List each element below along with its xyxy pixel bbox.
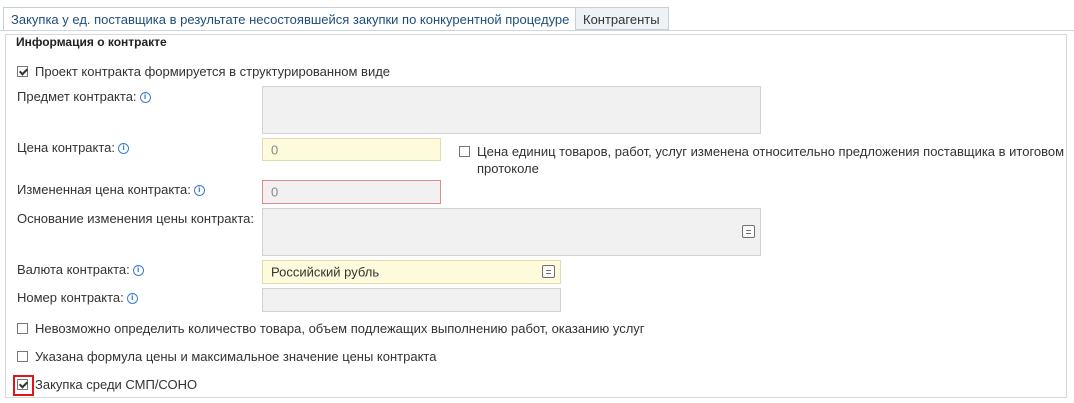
changed-price-value: 0 — [271, 184, 279, 200]
tab-divider — [0, 30, 1074, 31]
changed-price-input[interactable]: 0 — [262, 180, 441, 204]
currency-label-text: Валюта контракта: — [17, 262, 130, 277]
contract-number-input[interactable] — [262, 288, 561, 312]
subject-field[interactable] — [262, 86, 761, 134]
info-icon[interactable]: i — [193, 185, 205, 196]
smp-checkbox-row[interactable]: Закупка среди СМП/СОНО — [17, 376, 197, 394]
price-changed-checkbox[interactable] — [459, 146, 470, 157]
price-changed-label-line2: протоколе — [477, 161, 539, 176]
subject-label: Предмет контракта: i — [17, 89, 151, 104]
formula-checkbox-row[interactable]: Указана формула цены и максимальное знач… — [17, 348, 436, 366]
price-changed-label-line1: Цена единиц товаров, работ, услуг измене… — [477, 144, 1065, 159]
info-icon[interactable]: i — [118, 143, 130, 154]
structured-contract-label: Проект контракта формируется в структури… — [35, 64, 391, 79]
tab-single-supplier-purchase[interactable]: Закупка у ед. поставщика в результате не… — [3, 7, 576, 31]
formula-checkbox-label: Указана формула цены и максимальное знач… — [35, 349, 437, 364]
price-value: 0 — [271, 142, 279, 157]
section-title: Информация о контракте — [15, 35, 168, 49]
price-changed-checkbox-row[interactable]: Цена единиц товаров, работ, услуг измене… — [459, 143, 1064, 161]
subject-label-text: Предмет контракта: — [17, 89, 137, 104]
smp-checkbox-label: Закупка среди СМП/СОНО — [35, 377, 198, 392]
highlight-box — [13, 375, 34, 396]
currency-value: Российский рубль — [271, 264, 380, 280]
quantity-checkbox-row[interactable]: Невозможно определить количество товара,… — [17, 320, 645, 338]
change-reason-label: Основание изменения цены контракта: — [17, 211, 254, 226]
info-icon[interactable]: i — [132, 265, 144, 276]
quantity-checkbox-label: Невозможно определить количество товара,… — [35, 321, 645, 336]
formula-checkbox[interactable] — [17, 351, 28, 362]
currency-field[interactable]: Российский рубль — [262, 260, 561, 284]
tab-counterparties[interactable]: Контрагенты — [576, 7, 669, 30]
price-input[interactable]: 0 — [262, 138, 441, 161]
quantity-checkbox[interactable] — [17, 323, 28, 334]
changed-price-label: Измененная цена контракта: i — [17, 182, 205, 197]
changed-price-label-text: Измененная цена контракта: — [17, 182, 191, 197]
contract-number-label: Номер контракта: i — [17, 290, 138, 305]
price-label: Цена контракта: i — [17, 140, 130, 155]
structured-contract-checkbox-row[interactable]: Проект контракта формируется в структури… — [17, 63, 390, 81]
currency-label: Валюта контракта: i — [17, 262, 144, 277]
tab-bar: Закупка у ед. поставщика в результате не… — [0, 0, 1074, 31]
price-label-text: Цена контракта: — [17, 140, 116, 155]
contract-number-label-text: Номер контракта: — [17, 290, 124, 305]
info-icon[interactable]: i — [126, 293, 138, 304]
lookup-list-icon[interactable] — [542, 265, 555, 278]
structured-contract-checkbox[interactable] — [17, 66, 28, 77]
lookup-list-icon[interactable] — [742, 225, 755, 238]
change-reason-field[interactable] — [262, 208, 761, 256]
info-icon[interactable]: i — [139, 92, 151, 103]
